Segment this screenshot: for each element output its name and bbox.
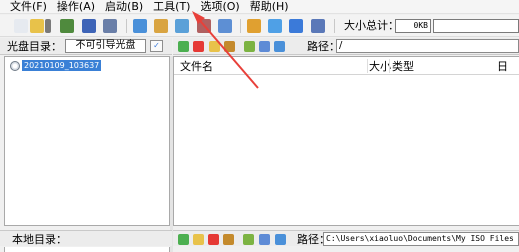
annotation-arrow-icon bbox=[192, 11, 259, 89]
